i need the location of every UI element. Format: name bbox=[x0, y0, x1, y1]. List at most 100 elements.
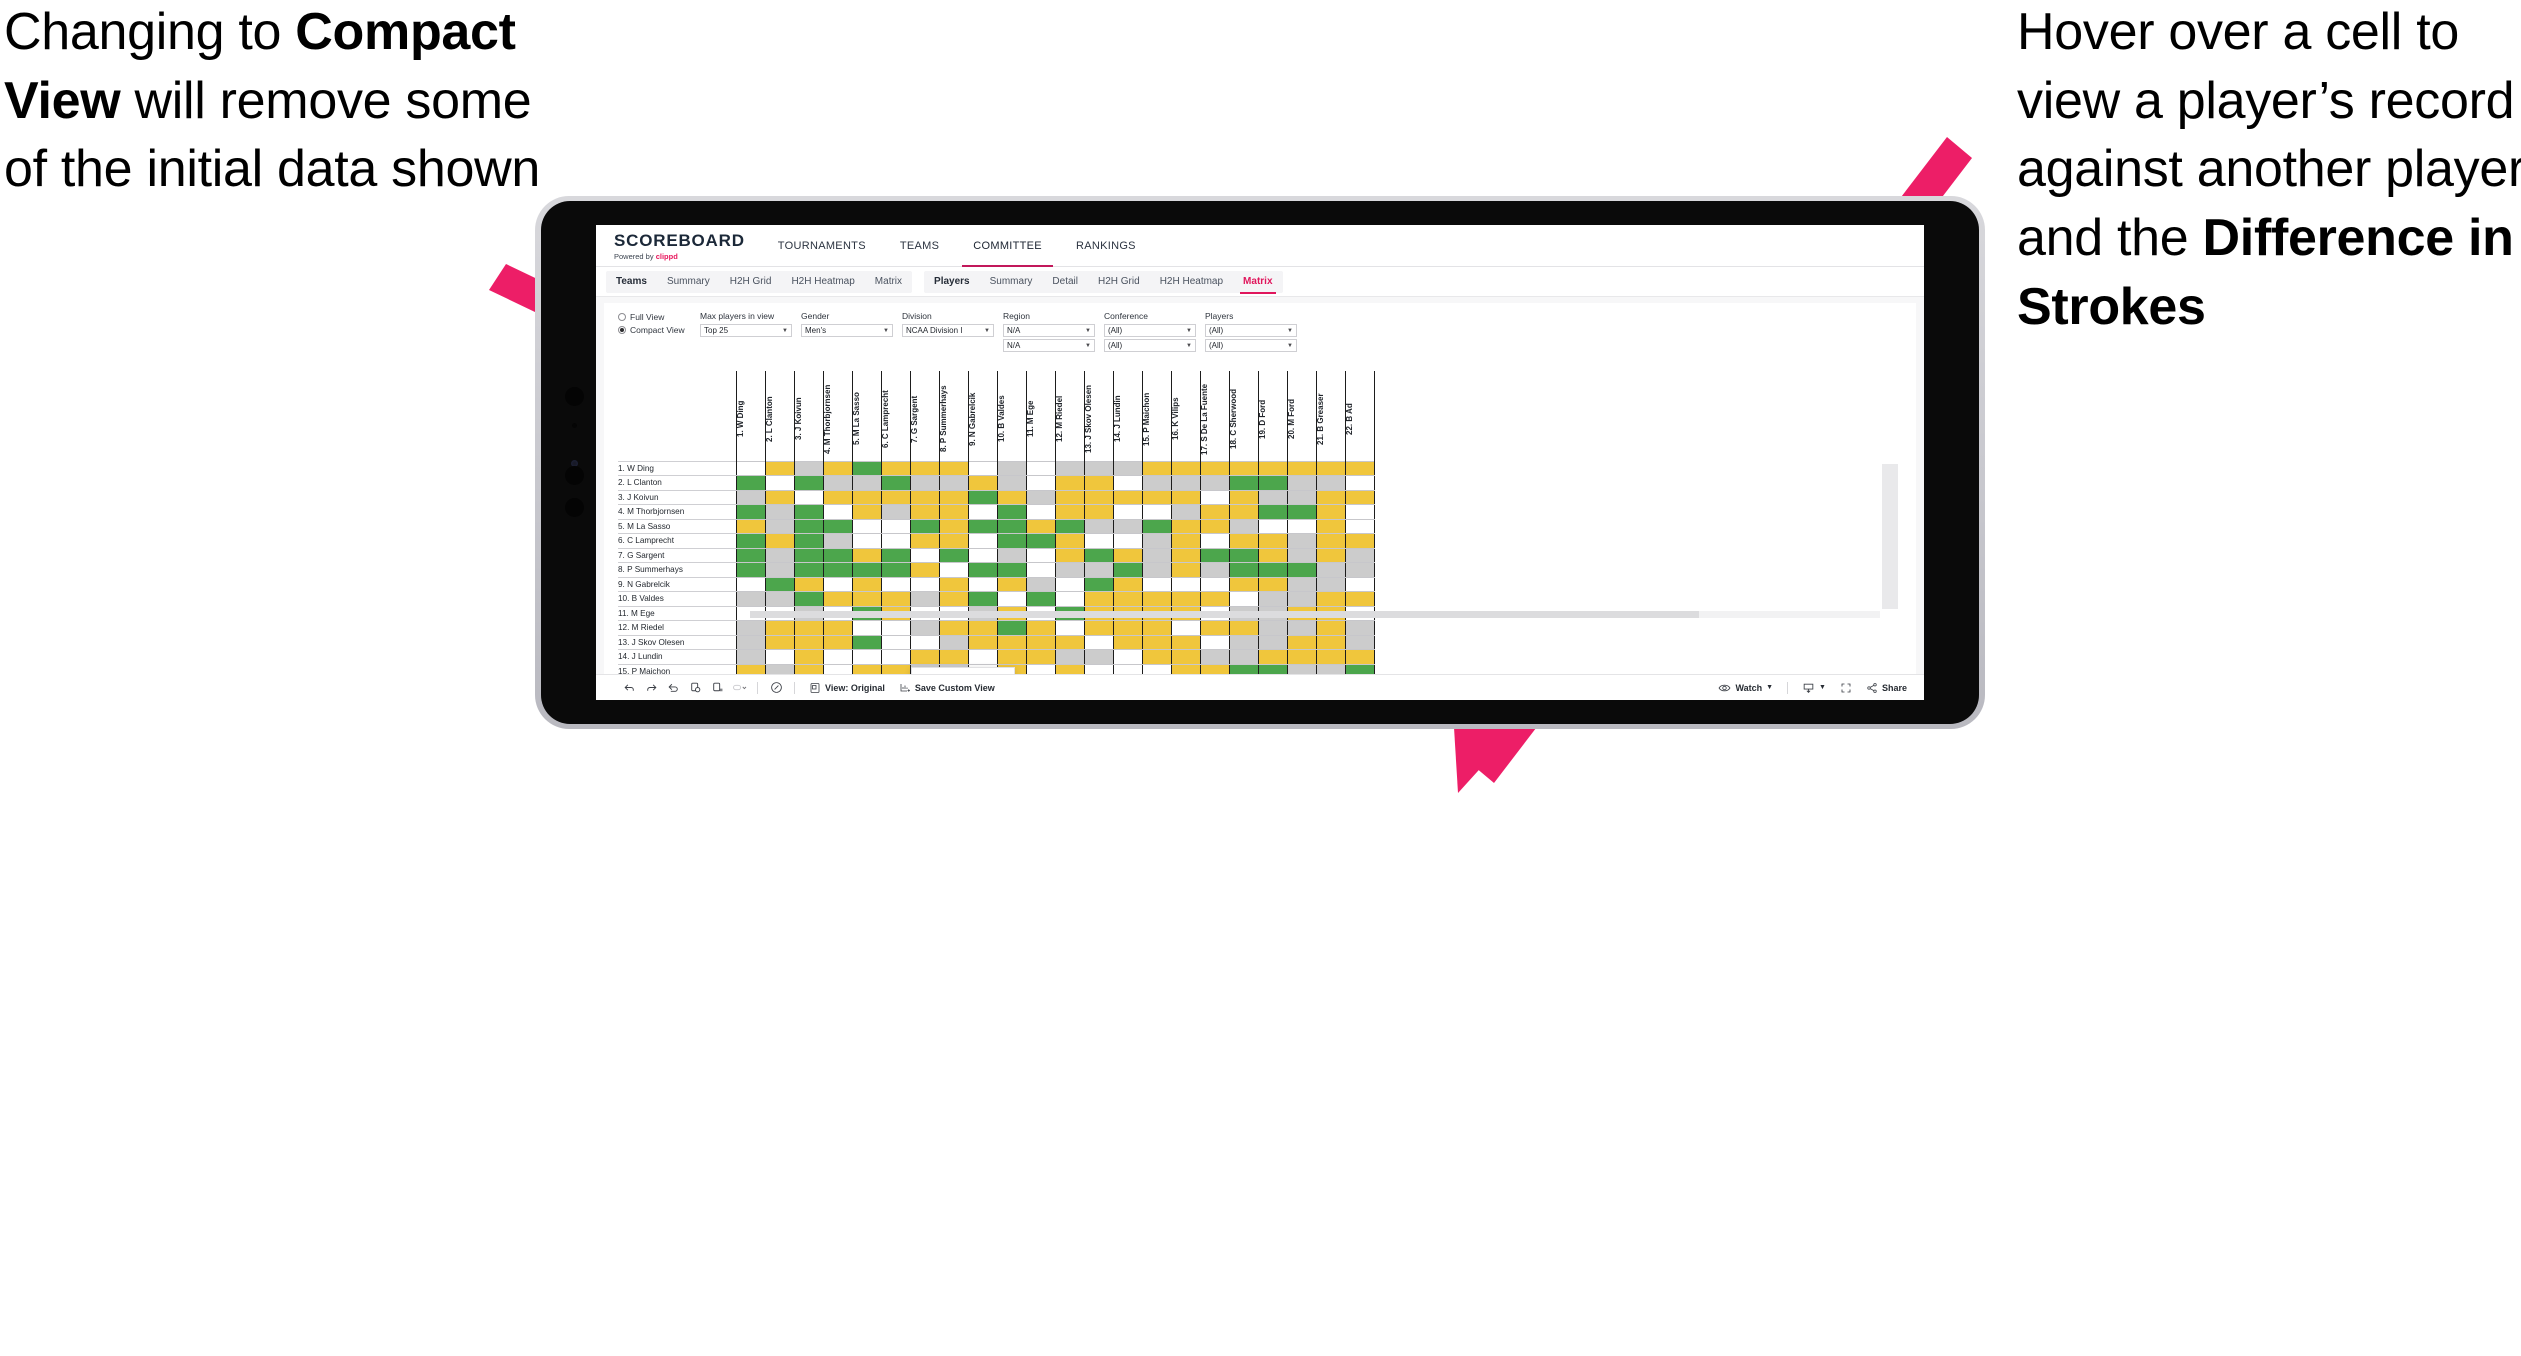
matrix-cell[interactable] bbox=[1344, 634, 1375, 650]
matrix-cell[interactable] bbox=[880, 475, 911, 491]
matrix-column-header[interactable]: 13. J Skov Olesen bbox=[1083, 371, 1114, 461]
matrix-cell[interactable] bbox=[822, 460, 853, 476]
matrix-cell[interactable] bbox=[1112, 591, 1143, 607]
watch-button[interactable]: Watch ▼ bbox=[1711, 682, 1780, 694]
matrix-row[interactable]: 3. J Koivun bbox=[618, 489, 1375, 505]
matrix-cell[interactable] bbox=[764, 591, 795, 607]
matrix-column-header[interactable]: 18. C Sherwood bbox=[1228, 371, 1259, 461]
matrix-cell[interactable] bbox=[938, 475, 969, 491]
matrix-cell[interactable] bbox=[1170, 663, 1201, 674]
matrix-cell[interactable] bbox=[822, 620, 853, 636]
matrix-cell[interactable] bbox=[880, 489, 911, 505]
matrix-cell[interactable] bbox=[1083, 547, 1114, 563]
matrix-cell[interactable] bbox=[793, 518, 824, 534]
matrix-cell[interactable] bbox=[1112, 489, 1143, 505]
matrix-cell[interactable] bbox=[764, 518, 795, 534]
matrix-cell[interactable] bbox=[735, 649, 766, 665]
matrix-cell[interactable] bbox=[1083, 460, 1114, 476]
matrix-cell[interactable] bbox=[822, 533, 853, 549]
matrix-cell[interactable] bbox=[967, 562, 998, 578]
matrix-cell[interactable] bbox=[996, 562, 1027, 578]
matrix-cell[interactable] bbox=[1083, 533, 1114, 549]
matrix-cell[interactable] bbox=[1315, 489, 1346, 505]
matrix-cell[interactable] bbox=[1025, 504, 1056, 520]
matrix-cell[interactable] bbox=[880, 547, 911, 563]
scrollbar-thumb[interactable] bbox=[750, 611, 1700, 618]
matrix-cell[interactable] bbox=[1199, 663, 1230, 674]
matrix-cell[interactable] bbox=[1141, 591, 1172, 607]
matrix-cell[interactable] bbox=[1228, 460, 1259, 476]
matrix-cell[interactable] bbox=[1199, 518, 1230, 534]
matrix-cell[interactable] bbox=[1170, 460, 1201, 476]
matrix-cell[interactable] bbox=[1344, 576, 1375, 592]
matrix-cell[interactable] bbox=[735, 489, 766, 505]
matrix-cell[interactable] bbox=[851, 591, 882, 607]
matrix-cell[interactable] bbox=[1083, 576, 1114, 592]
matrix-cell[interactable] bbox=[1083, 591, 1114, 607]
matrix-cell[interactable] bbox=[880, 518, 911, 534]
matrix-cell[interactable] bbox=[1112, 576, 1143, 592]
matrix-cell[interactable] bbox=[793, 562, 824, 578]
matrix-cell[interactable] bbox=[1112, 663, 1143, 674]
matrix-row-label[interactable]: 12. M Riedel bbox=[618, 620, 736, 635]
matrix-row[interactable]: 1. W Ding bbox=[618, 460, 1375, 476]
matrix-cell[interactable] bbox=[1199, 504, 1230, 520]
matrix-row[interactable]: 7. G Sargent bbox=[618, 547, 1375, 563]
filter-select-region[interactable]: N/A ▼ bbox=[1003, 324, 1095, 337]
matrix-column-header[interactable]: 12. M Riedel bbox=[1054, 371, 1085, 461]
matrix-column-header[interactable]: 5. M La Sasso bbox=[851, 371, 882, 461]
matrix-cell[interactable] bbox=[1112, 460, 1143, 476]
subnav-item-summary[interactable]: Summary bbox=[980, 271, 1043, 293]
matrix-cell[interactable] bbox=[1199, 576, 1230, 592]
matrix-cell[interactable] bbox=[793, 533, 824, 549]
subnav-item-h2h-heatmap[interactable]: H2H Heatmap bbox=[1150, 271, 1233, 293]
matrix-cell[interactable] bbox=[851, 576, 882, 592]
matrix-cell[interactable] bbox=[1257, 489, 1288, 505]
matrix-cell[interactable] bbox=[938, 489, 969, 505]
matrix-cell[interactable] bbox=[851, 634, 882, 650]
matrix-cell[interactable] bbox=[822, 663, 853, 674]
matrix-cell[interactable] bbox=[1054, 576, 1085, 592]
matrix-cell[interactable] bbox=[1170, 620, 1201, 636]
matrix-cell[interactable] bbox=[1054, 489, 1085, 505]
matrix-cell[interactable] bbox=[880, 504, 911, 520]
matrix-cell[interactable] bbox=[1228, 562, 1259, 578]
matrix-cell[interactable] bbox=[1025, 649, 1056, 665]
matrix-cell[interactable] bbox=[793, 475, 824, 491]
matrix-row-label[interactable]: 7. G Sargent bbox=[618, 547, 736, 563]
matrix-cell[interactable] bbox=[1315, 562, 1346, 578]
matrix-column-header[interactable]: 4. M Thorbjornsen bbox=[822, 371, 853, 461]
matrix-cell[interactable] bbox=[967, 504, 998, 520]
matrix-cell[interactable] bbox=[1257, 475, 1288, 491]
matrix-cell[interactable] bbox=[996, 533, 1027, 549]
matrix-cell[interactable] bbox=[1257, 591, 1288, 607]
view-original-button[interactable]: View: Original bbox=[802, 682, 892, 694]
matrix-cell[interactable] bbox=[764, 663, 795, 674]
matrix-cell[interactable] bbox=[1141, 533, 1172, 549]
matrix-cell[interactable] bbox=[996, 649, 1027, 665]
matrix-cell[interactable] bbox=[764, 620, 795, 636]
topnav-item-tournaments[interactable]: TOURNAMENTS bbox=[761, 225, 883, 266]
matrix-cell[interactable] bbox=[1054, 547, 1085, 563]
matrix-cell[interactable] bbox=[1315, 533, 1346, 549]
matrix-cell[interactable] bbox=[735, 663, 766, 674]
matrix-cell[interactable] bbox=[1141, 620, 1172, 636]
matrix-cell[interactable] bbox=[1344, 475, 1375, 491]
matrix-cell[interactable] bbox=[938, 649, 969, 665]
matrix-cell[interactable] bbox=[764, 547, 795, 563]
matrix-cell[interactable] bbox=[880, 533, 911, 549]
matrix-cell[interactable] bbox=[1170, 533, 1201, 549]
matrix-row[interactable]: 2. L Clanton bbox=[618, 475, 1375, 491]
matrix-cell[interactable] bbox=[735, 460, 766, 476]
matrix-cell[interactable] bbox=[1315, 634, 1346, 650]
matrix-cell[interactable] bbox=[1054, 634, 1085, 650]
matrix-cell[interactable] bbox=[1257, 620, 1288, 636]
matrix-row-label[interactable]: 8. P Summerhays bbox=[618, 562, 736, 577]
topnav-item-committee[interactable]: COMMITTEE bbox=[956, 225, 1059, 267]
matrix-cell[interactable] bbox=[1141, 518, 1172, 534]
matrix-cell[interactable] bbox=[909, 460, 940, 476]
matrix-cell[interactable] bbox=[938, 562, 969, 578]
matrix-cell[interactable] bbox=[909, 620, 940, 636]
matrix-cell[interactable] bbox=[1112, 634, 1143, 650]
matrix-cell[interactable] bbox=[967, 634, 998, 650]
